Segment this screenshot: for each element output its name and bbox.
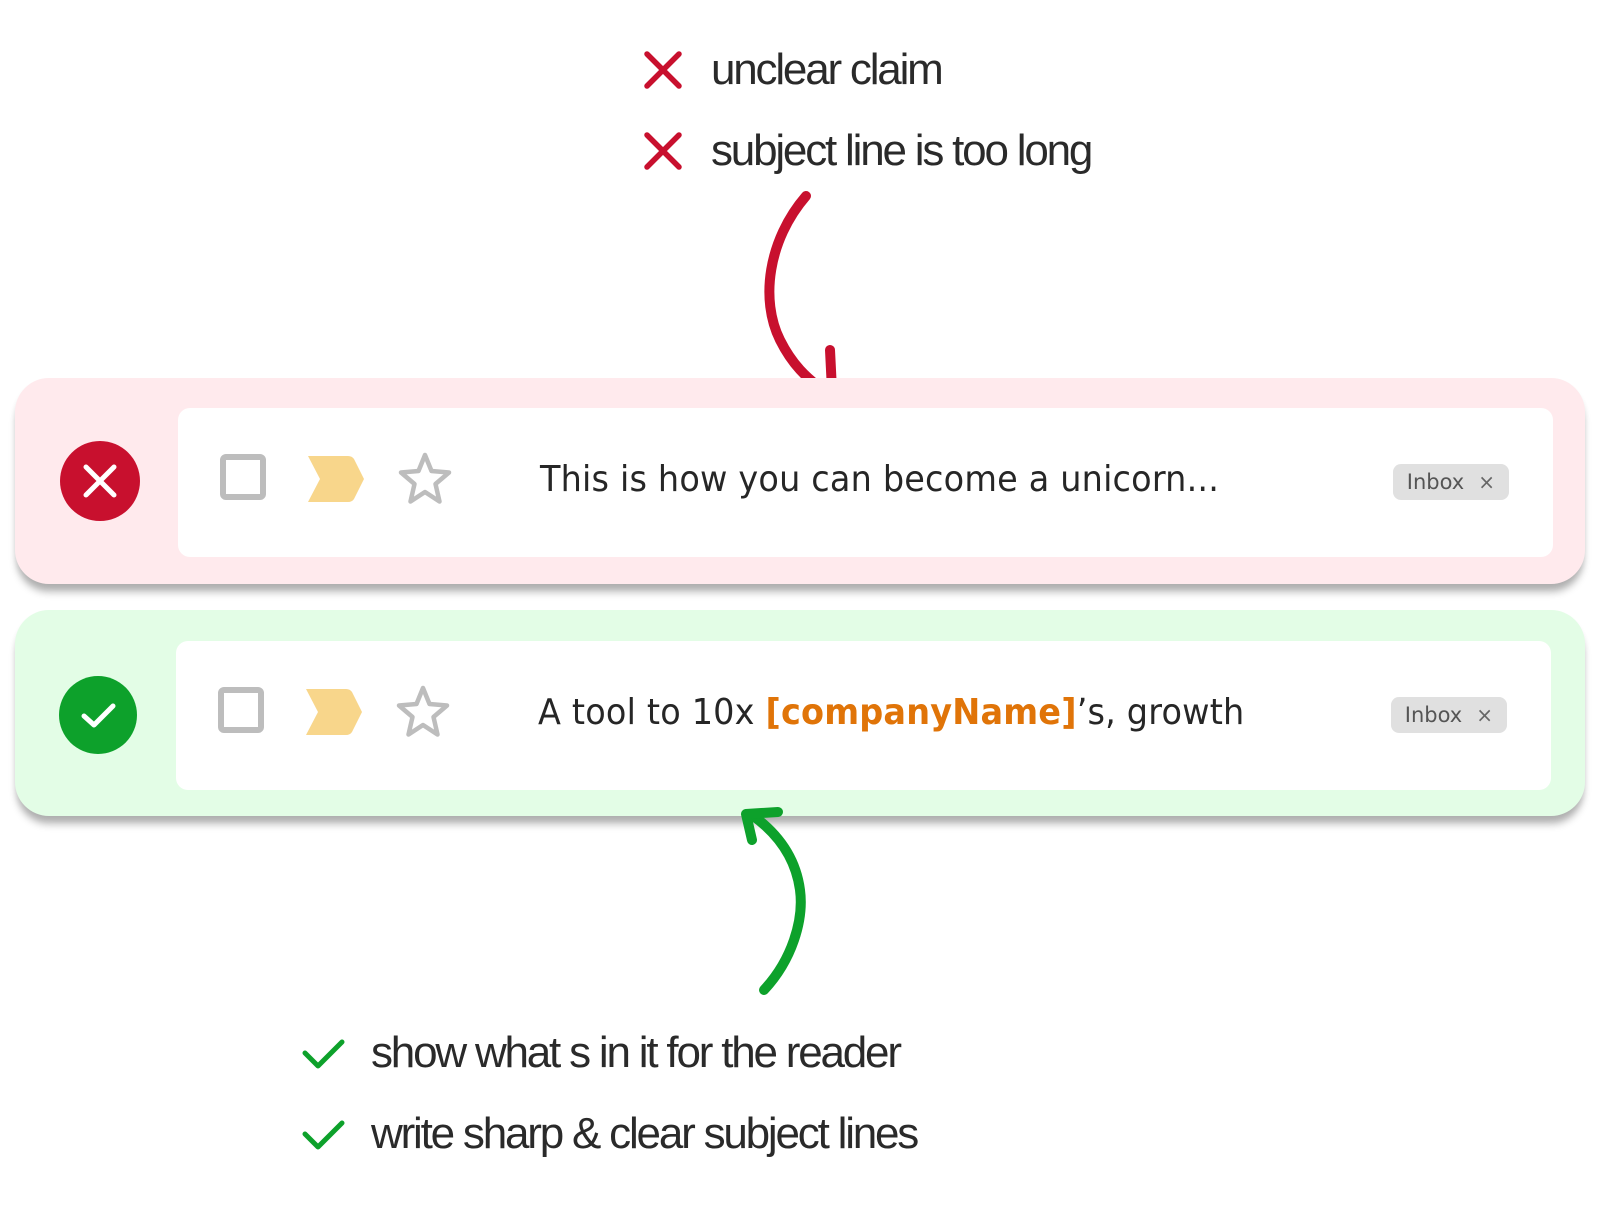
inbox-chip-label: Inbox	[1406, 470, 1465, 494]
star-icon[interactable]	[396, 450, 454, 508]
bottom-note-reader: show what s in it for the reader	[301, 1018, 902, 1088]
curved-arrow-up-icon	[741, 807, 806, 995]
inbox-chip: Inbox ×	[1390, 697, 1507, 733]
note-text: subject line is too long	[711, 126, 1093, 175]
subject-prefix: A tool to 10x	[538, 692, 766, 733]
top-note-too-long: subject line is too long	[641, 116, 1093, 186]
x-mark-icon	[641, 129, 685, 173]
curved-arrow-down-icon	[764, 191, 837, 397]
email-subject: This is how you can become a unicorn...	[540, 459, 1220, 500]
label-tag-icon[interactable]	[308, 456, 364, 502]
note-text: unclear claim	[711, 45, 944, 94]
email-subject: A tool to 10x [companyName]’s, growth	[538, 685, 1244, 741]
check-mark-icon	[301, 1112, 345, 1156]
check-circle-icon	[59, 676, 137, 754]
star-icon[interactable]	[394, 683, 452, 741]
subject-variable: [companyName]	[765, 692, 1077, 733]
note-text: show what s in it for the reader	[371, 1028, 902, 1077]
note-text: write sharp & clear subject lines	[371, 1109, 919, 1158]
inbox-chip-label: Inbox	[1404, 703, 1463, 727]
subject-suffix: ’s, growth	[1076, 692, 1245, 733]
checkbox-icon[interactable]	[220, 454, 266, 500]
checkbox-icon[interactable]	[218, 687, 264, 733]
bad-example-card: This is how you can become a unicorn... …	[15, 378, 1585, 584]
top-note-unclear-claim: unclear claim	[641, 35, 944, 105]
email-row[interactable]: A tool to 10x [companyName]’s, growth In…	[176, 641, 1551, 790]
email-row[interactable]: This is how you can become a unicorn... …	[178, 408, 1553, 557]
label-tag-icon[interactable]	[306, 689, 362, 735]
check-mark-icon	[301, 1031, 345, 1075]
x-mark-icon	[641, 48, 685, 92]
inbox-chip: Inbox ×	[1392, 464, 1509, 500]
close-icon[interactable]: ×	[1476, 703, 1493, 727]
close-icon[interactable]: ×	[1478, 470, 1495, 494]
x-circle-icon	[60, 441, 140, 521]
bottom-note-sharp: write sharp & clear subject lines	[301, 1099, 919, 1169]
